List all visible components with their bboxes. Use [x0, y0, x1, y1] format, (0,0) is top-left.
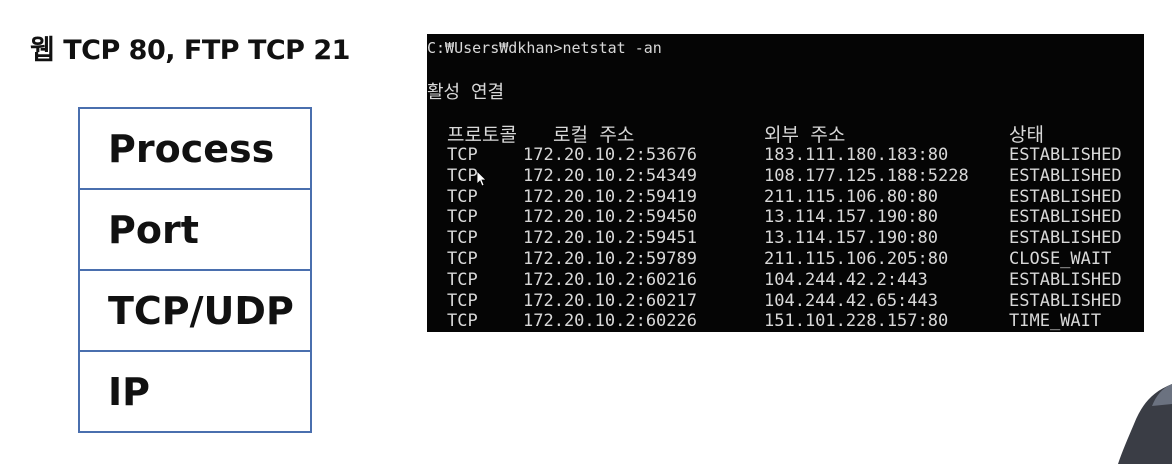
cell-local: 172.20.10.2:60226: [523, 311, 697, 332]
cell-foreign: 104.244.42.2:443: [764, 269, 928, 290]
cell-foreign: 211.115.106.205:80: [764, 248, 949, 269]
cell-proto: TCP: [447, 207, 478, 228]
cell-state: ESTABLISHED: [1009, 290, 1122, 311]
table-row: TCP 172.20.10.2:53676 183.111.180.183:80…: [427, 145, 1144, 166]
cell-state: TIME_WAIT: [1009, 311, 1102, 332]
header-state: 상태: [1009, 124, 1044, 146]
cell-state: ESTABLISHED: [1009, 186, 1122, 207]
cell-proto: TCP: [447, 186, 478, 207]
header-foreign: 외부 주소: [764, 124, 846, 146]
connection-table: TCP 172.20.10.2:53676 183.111.180.183:80…: [427, 145, 1144, 332]
header-local: 로컬 주소: [553, 124, 635, 146]
cell-proto: TCP: [447, 248, 478, 269]
terminal-section-title: 활성 연결: [427, 82, 505, 103]
cell-foreign: 104.244.42.65:443: [764, 290, 938, 311]
cell-local: 172.20.10.2:59789: [523, 248, 697, 269]
table-row: TCP 172.20.10.2:60226 151.101.228.157:80…: [427, 311, 1144, 332]
presenter-video-overlay: [1118, 384, 1172, 464]
cell-local: 172.20.10.2:53676: [523, 145, 697, 165]
cell-state: ESTABLISHED: [1009, 228, 1122, 249]
header-proto: 프로토콜: [447, 124, 517, 146]
layer-ip: IP: [80, 352, 310, 433]
table-row: TCP 172.20.10.2:60217 104.244.42.65:443 …: [427, 291, 1144, 312]
terminal-prompt: C:₩Users₩dkhan>netstat -an: [427, 39, 662, 57]
cell-state: ESTABLISHED: [1009, 207, 1122, 228]
cell-local: 172.20.10.2:54349: [523, 165, 697, 186]
cell-state: CLOSE_WAIT: [1009, 248, 1112, 269]
cell-local: 172.20.10.2:60217: [523, 290, 697, 311]
protocol-layer-stack: Process Port TCP/UDP IP: [78, 107, 312, 433]
table-row: TCP 172.20.10.2:60216 104.244.42.2:443 E…: [427, 270, 1144, 291]
cell-foreign: 13.114.157.190:80: [764, 228, 938, 249]
layer-port: Port: [80, 190, 310, 271]
table-row: TCP 172.20.10.2:59789 211.115.106.205:80…: [427, 249, 1144, 270]
cell-foreign: 13.114.157.190:80: [764, 207, 938, 228]
slide-title: 웹 TCP 80, FTP TCP 21: [30, 35, 350, 66]
cell-state: ESTABLISHED: [1009, 269, 1122, 290]
cell-proto: TCP: [447, 269, 478, 290]
layer-process: Process: [80, 109, 310, 190]
cell-local: 172.20.10.2:60216: [523, 269, 697, 290]
layer-tcp-udp: TCP/UDP: [80, 271, 310, 352]
cell-foreign: 183.111.180.183:80: [764, 145, 949, 165]
table-row: TCP 172.20.10.2:54349 108.177.125.188:52…: [427, 166, 1144, 187]
cell-foreign: 151.101.228.157:80: [764, 311, 949, 332]
table-row: TCP 172.20.10.2:59450 13.114.157.190:80 …: [427, 207, 1144, 228]
cell-proto: TCP: [447, 145, 478, 165]
cell-state: ESTABLISHED: [1009, 145, 1122, 165]
cell-proto: TCP: [447, 290, 478, 311]
cell-proto: TCP: [447, 165, 478, 186]
cell-foreign: 108.177.125.188:5228: [764, 165, 969, 186]
cell-local: 172.20.10.2:59451: [523, 228, 697, 249]
cell-state: ESTABLISHED: [1009, 165, 1122, 186]
cell-proto: TCP: [447, 228, 478, 249]
cell-local: 172.20.10.2:59450: [523, 207, 697, 228]
cell-proto: TCP: [447, 311, 478, 332]
terminal-window[interactable]: C:₩Users₩dkhan>netstat -an 활성 연결 프로토콜 로컬…: [427, 34, 1144, 332]
cell-foreign: 211.115.106.80:80: [764, 186, 938, 207]
cell-local: 172.20.10.2:59419: [523, 186, 697, 207]
table-row: TCP 172.20.10.2:59451 13.114.157.190:80 …: [427, 228, 1144, 249]
table-row: TCP 172.20.10.2:59419 211.115.106.80:80 …: [427, 187, 1144, 208]
mouse-pointer-icon: [477, 171, 487, 187]
